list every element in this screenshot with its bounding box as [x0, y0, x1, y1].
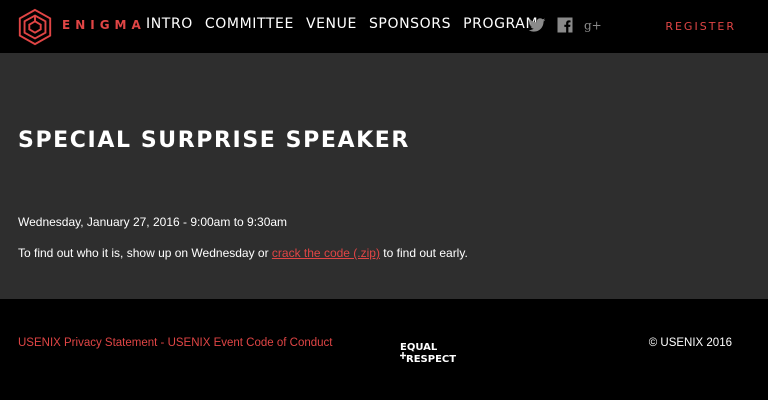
copyright-text: © USENIX 2016	[648, 337, 732, 349]
footer-links: USENIX Privacy Statement - USENIX Event …	[18, 337, 332, 349]
equal-respect-logo[interactable]: EQUAL RESPECT	[400, 339, 470, 365]
description-text-after: to find out early.	[379, 246, 468, 260]
description-text-before: To find out who it is, show up on Wednes…	[18, 246, 272, 260]
register-link[interactable]: REGISTER	[665, 20, 736, 33]
page-title: SPECIAL SURPRISE SPEAKER	[18, 128, 410, 153]
brand-name[interactable]: ENIGMA	[62, 18, 146, 32]
nav-item-program[interactable]: PROGRAM	[463, 16, 538, 32]
nav-item-intro[interactable]: INTRO	[146, 16, 193, 32]
nav-item-sponsors[interactable]: SPONSORS	[369, 16, 451, 32]
facebook-icon[interactable]	[556, 16, 574, 34]
twitter-icon[interactable]	[528, 16, 546, 34]
footer-separator: -	[157, 337, 168, 349]
session-description: To find out who it is, show up on Wednes…	[18, 246, 468, 260]
code-of-conduct-link[interactable]: USENIX Event Code of Conduct	[168, 337, 333, 349]
session-time: Wednesday, January 27, 2016 - 9:00am to …	[18, 215, 288, 229]
nav-item-committee[interactable]: COMMITTEE	[205, 16, 294, 32]
site-footer: USENIX Privacy Statement - USENIX Event …	[0, 299, 768, 400]
main-nav: INTRO COMMITTEE VENUE SPONSORS PROGRAM	[146, 16, 538, 32]
privacy-statement-link[interactable]: USENIX Privacy Statement	[18, 337, 157, 349]
social-links: g+	[528, 16, 602, 34]
google-plus-icon[interactable]: g+	[584, 16, 602, 34]
svg-text:g+: g+	[584, 19, 602, 33]
equal-respect-logo-line-2: RESPECT	[406, 354, 456, 365]
equal-respect-logo-line-1: EQUAL	[400, 342, 438, 353]
nav-item-venue[interactable]: VENUE	[306, 16, 357, 32]
top-navbar: ENIGMA INTRO COMMITTEE VENUE SPONSORS PR…	[0, 0, 768, 53]
session-detail: SPECIAL SURPRISE SPEAKER Wednesday, Janu…	[0, 53, 768, 299]
crack-the-code-link[interactable]: crack the code (.zip)	[272, 246, 380, 260]
enigma-logo-icon[interactable]	[16, 8, 54, 46]
